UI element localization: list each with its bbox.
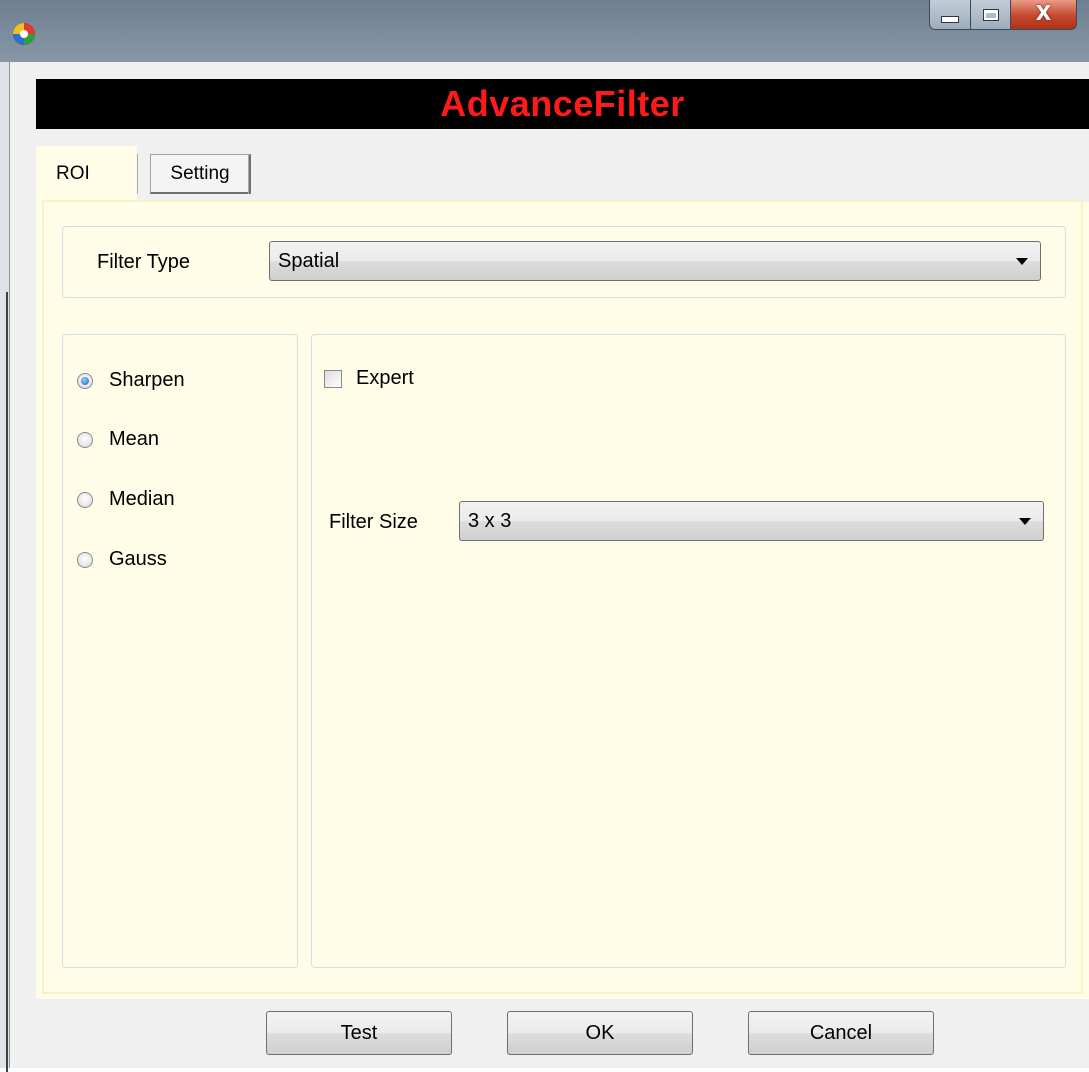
cancel-button-label: Cancel [809,1021,873,1044]
tab-setting-label: Setting [170,162,230,184]
maximize-button[interactable] [971,0,1011,30]
maximize-icon [982,8,999,21]
expert-checkbox[interactable]: Expert [324,367,414,390]
radio-button-icon [77,491,93,508]
radio-sharpen-label: Sharpen [109,369,185,391]
checkbox-icon [324,369,342,388]
window-controls: X [929,0,1077,32]
radio-median-label: Median [109,488,175,510]
filter-options-group: Expert Filter Size 3 x 3 [311,334,1066,968]
radio-mean[interactable]: Mean [77,428,159,451]
cancel-button[interactable]: Cancel [748,1011,934,1055]
chevron-down-icon [1016,258,1028,265]
radio-gauss[interactable]: Gauss [77,548,167,571]
radio-sharpen[interactable]: Sharpen [77,369,185,392]
tab-roi[interactable]: ROI [36,146,137,202]
filter-type-dropdown[interactable]: Spatial [269,241,1041,281]
expert-label: Expert [356,367,414,389]
test-button[interactable]: Test [266,1011,452,1055]
ok-button[interactable]: OK [507,1011,693,1055]
header-banner: AdvanceFilter [36,79,1089,129]
test-button-label: Test [340,1021,378,1044]
window-left-border [0,62,10,1072]
filter-method-group: Sharpen Mean Median Gauss [62,334,298,968]
filter-size-dropdown[interactable]: 3 x 3 [459,501,1044,541]
radio-button-selected-icon [77,372,93,389]
dialog-window: X AdvanceFilter ROI Setting Filter Type … [0,0,1089,1072]
filter-type-group: Filter Type Spatial [62,226,1066,298]
minimize-icon [941,16,959,23]
radio-gauss-label: Gauss [109,548,167,570]
app-logo-icon [13,23,35,45]
chevron-down-icon [1019,518,1031,525]
tab-roi-label: ROI [56,163,90,184]
minimize-button[interactable] [929,0,971,30]
filter-type-label: Filter Type [97,251,190,273]
filter-size-value: 3 x 3 [468,509,512,532]
ok-button-label: OK [585,1021,615,1044]
close-icon: X [1035,0,1052,25]
close-button[interactable]: X [1011,0,1077,30]
tab-control: ROI Setting Filter Type Spatial Sharpen [36,146,1089,999]
radio-median[interactable]: Median [77,488,175,511]
title-bar[interactable]: X [0,0,1089,62]
banner-title: AdvanceFilter [440,83,685,124]
setting-tab-panel: Filter Type Spatial Sharpen Mean Median … [44,202,1081,992]
radio-mean-label: Mean [109,428,160,450]
filter-size-label: Filter Size [329,511,418,533]
radio-button-icon [77,551,93,568]
tab-divider [248,154,249,194]
filter-type-value: Spatial [278,249,340,272]
tab-divider [137,154,138,194]
tab-setting[interactable]: Setting [150,154,251,194]
radio-button-icon [77,431,93,448]
